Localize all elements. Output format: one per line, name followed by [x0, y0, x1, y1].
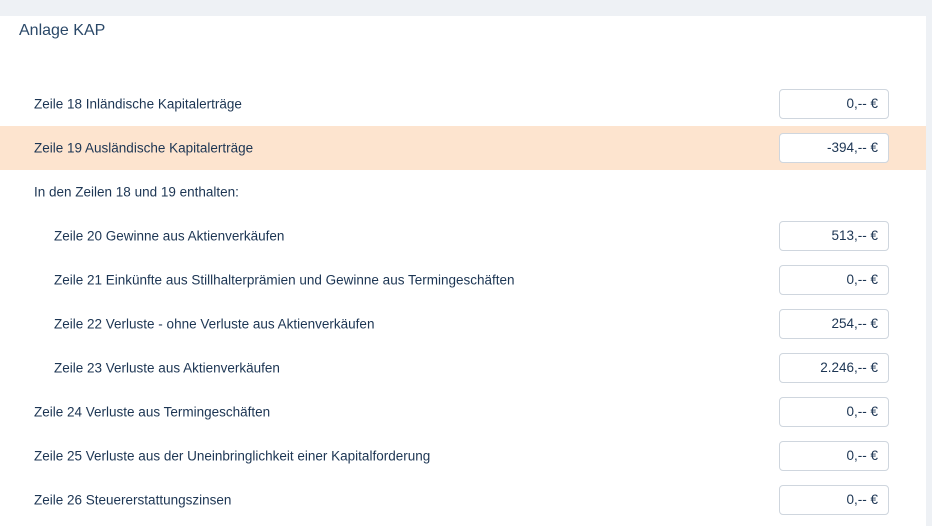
value-field-zeile-22[interactable]: 254,-- €: [779, 309, 889, 339]
scrollbar[interactable]: [926, 16, 932, 526]
row-zeile-18: Zeile 18 Inländische Kapitalerträge 0,--…: [0, 82, 926, 126]
value-field-zeile-20[interactable]: 513,-- €: [779, 221, 889, 251]
value-field-zeile-18[interactable]: 0,-- €: [779, 89, 889, 119]
row-label: Zeile 18 Inländische Kapitalerträge: [34, 96, 242, 112]
row-zeile-21: Zeile 21 Einkünfte aus Stillhalterprämie…: [0, 258, 926, 302]
row-label: Zeile 19 Ausländische Kapitalerträge: [34, 140, 254, 156]
value-field-zeile-23[interactable]: 2.246,-- €: [779, 353, 889, 383]
section-title: Anlage KAP: [19, 22, 106, 39]
value-field-zeile-19[interactable]: -394,-- €: [779, 133, 889, 163]
row-label: Zeile 22 Verluste - ohne Verluste aus Ak…: [54, 316, 375, 332]
value-field-zeile-24[interactable]: 0,-- €: [779, 397, 889, 427]
row-label: Zeile 26 Steuererstattungszinsen: [34, 492, 232, 508]
value-field-zeile-21[interactable]: 0,-- €: [779, 265, 889, 295]
row-label: Zeile 21 Einkünfte aus Stillhalterprämie…: [54, 272, 515, 288]
row-zeile-19: Zeile 19 Ausländische Kapitalerträge -39…: [0, 126, 926, 170]
row-label: Zeile 20 Gewinne aus Aktienverkäufen: [54, 228, 285, 244]
row-zeile-25: Zeile 25 Verluste aus der Uneinbringlich…: [0, 434, 926, 478]
row-zeile-22: Zeile 22 Verluste - ohne Verluste aus Ak…: [0, 302, 926, 346]
row-enthalten-heading: In den Zeilen 18 und 19 enthalten:: [0, 170, 926, 214]
row-label: Zeile 24 Verluste aus Termingeschäften: [34, 404, 271, 420]
value-field-zeile-25[interactable]: 0,-- €: [779, 441, 889, 471]
row-zeile-24: Zeile 24 Verluste aus Termingeschäften 0…: [0, 390, 926, 434]
value-field-zeile-26[interactable]: 0,-- €: [779, 485, 889, 515]
row-zeile-26: Zeile 26 Steuererstattungszinsen 0,-- €: [0, 478, 926, 522]
row-label: Zeile 25 Verluste aus der Uneinbringlich…: [34, 448, 431, 464]
row-zeile-20: Zeile 20 Gewinne aus Aktienverkäufen 513…: [0, 214, 926, 258]
row-label: Zeile 23 Verluste aus Aktienverkäufen: [54, 360, 280, 376]
row-zeile-23: Zeile 23 Verluste aus Aktienverkäufen 2.…: [0, 346, 926, 390]
subsection-label: In den Zeilen 18 und 19 enthalten:: [34, 184, 239, 200]
